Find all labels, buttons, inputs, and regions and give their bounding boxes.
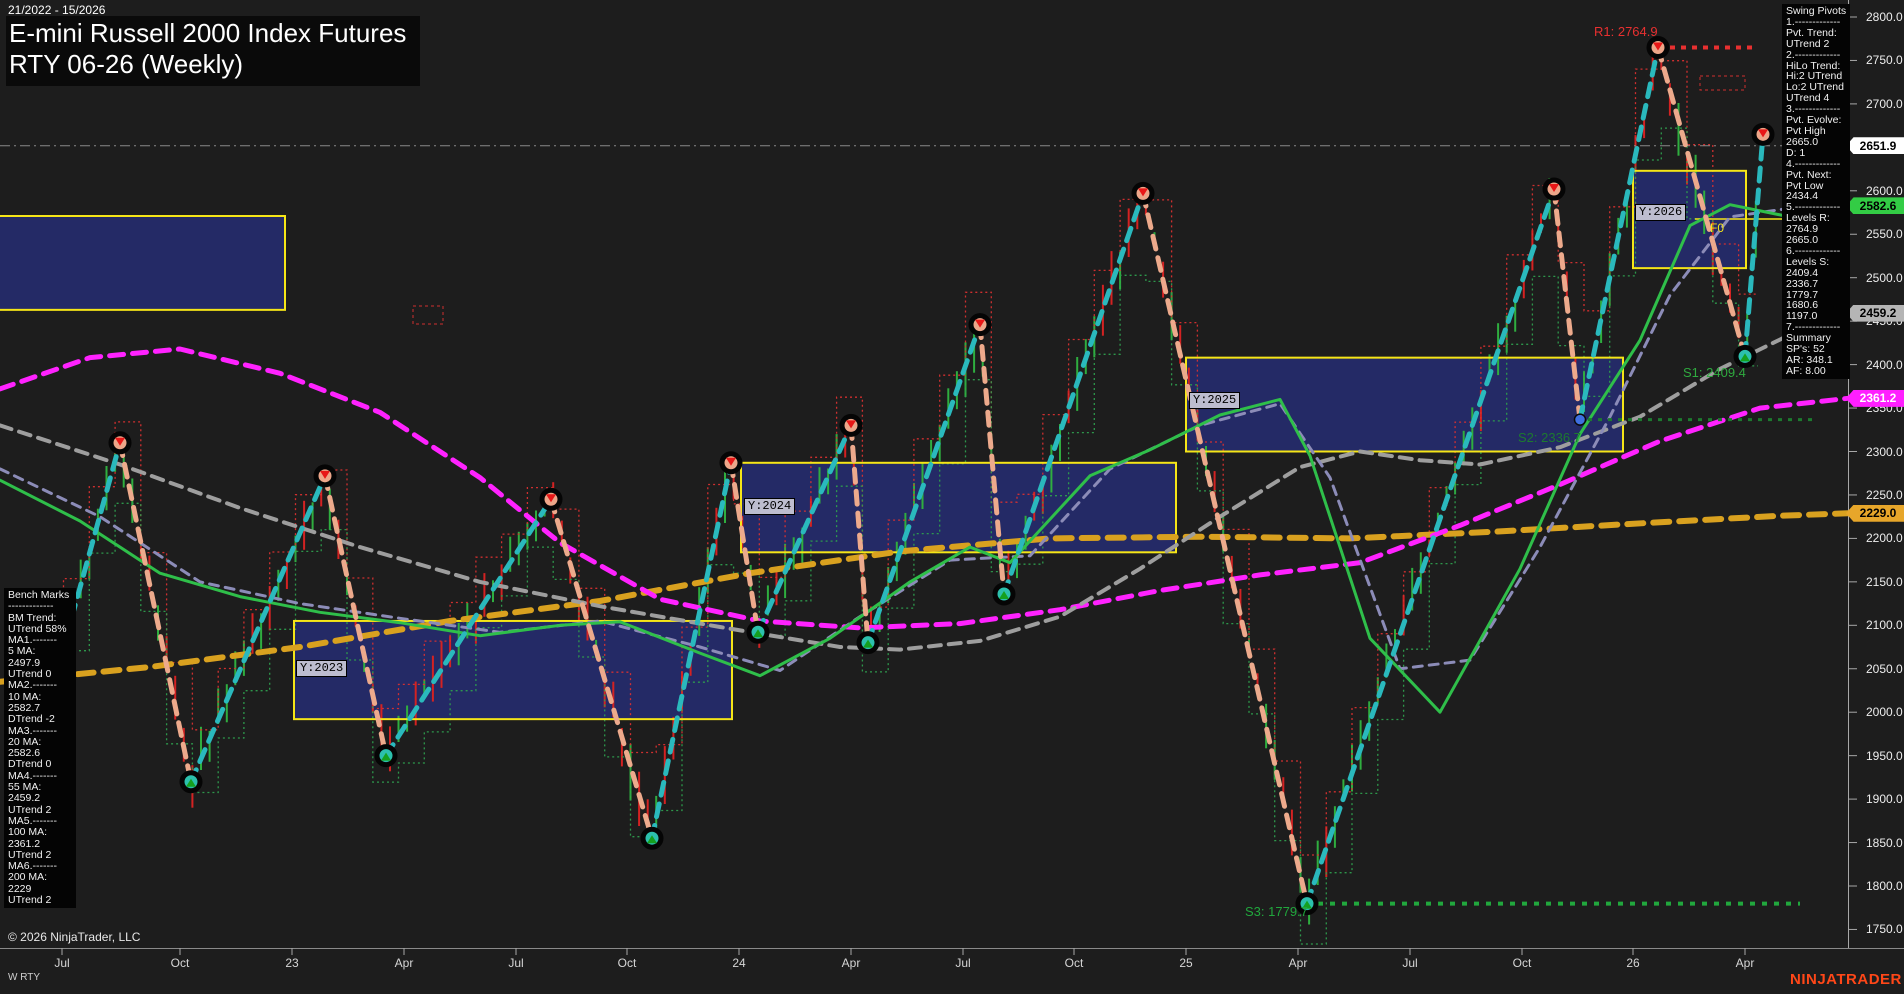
zigzag-segment bbox=[120, 443, 191, 782]
time-axis-label: Apr bbox=[1736, 956, 1755, 970]
ninjatrader-chart-window: R1: 2764.9 S1: 2409.4 S2: 2336.7 S3: 1779.7… bbox=[0, 0, 1904, 994]
level-label-s1: S1: 2409.4 bbox=[1683, 365, 1746, 380]
time-axis-label: Oct bbox=[618, 956, 637, 970]
red-dash-fragment bbox=[1700, 76, 1745, 90]
date-range-label: 21/2022 - 15/2026 bbox=[8, 3, 105, 17]
zigzag-segment bbox=[1307, 189, 1554, 904]
bench-marks-line: UTrend 2 bbox=[8, 895, 72, 906]
swing-pivots-line: AF: 8.00 bbox=[1786, 366, 1846, 377]
time-axis-label: Oct bbox=[1065, 956, 1084, 970]
year-box-label: Y:2024 bbox=[744, 498, 795, 515]
price-marker-box: 2229.0 bbox=[1846, 505, 1904, 522]
price-axis-label: 2000.0 bbox=[1866, 705, 1903, 719]
price-axis-label: 2500.0 bbox=[1866, 271, 1903, 285]
price-marker-box: 2361.2 bbox=[1846, 390, 1904, 407]
symbol-label: W RTY bbox=[8, 972, 40, 983]
pivot-blue-dot bbox=[1575, 414, 1586, 425]
time-axis-label: Apr bbox=[842, 956, 861, 970]
price-axis-label: 2800.0 bbox=[1866, 10, 1903, 24]
bench-marks-line: MA2.------- bbox=[8, 680, 72, 691]
zigzag-segment bbox=[1745, 134, 1763, 356]
price-marker-box: 2651.9 bbox=[1846, 137, 1904, 154]
time-axis-label: 23 bbox=[285, 956, 298, 970]
time-axis-label: Oct bbox=[171, 956, 190, 970]
swing-pivots-line: UTrend 2 bbox=[1786, 39, 1846, 50]
chart-title: E-mini Russell 2000 Index Futures RTY 06… bbox=[6, 16, 420, 86]
swing-pivots-line: 2.------------- bbox=[1786, 50, 1846, 61]
price-axis-label: 2300.0 bbox=[1866, 445, 1903, 459]
copyright-label: © 2026 NinjaTrader, LLC bbox=[8, 930, 140, 944]
bench-marks-line: ------------- bbox=[8, 601, 72, 612]
price-axis-label: 1950.0 bbox=[1866, 749, 1903, 763]
chart-canvas[interactable] bbox=[0, 0, 1904, 994]
price-marker-box: 2582.6 bbox=[1846, 197, 1904, 214]
price-axis-label: 1900.0 bbox=[1866, 792, 1903, 806]
time-axis-label: 25 bbox=[1179, 956, 1192, 970]
price-axis-label: 2550.0 bbox=[1866, 227, 1903, 241]
level-label-s3: S3: 1779.7 bbox=[1245, 904, 1308, 919]
price-axis-label: 2200.0 bbox=[1866, 531, 1903, 545]
price-axis-label: 2400.0 bbox=[1866, 358, 1903, 372]
price-marker-box: 2459.2 bbox=[1846, 305, 1904, 322]
price-axis-label: 2600.0 bbox=[1866, 184, 1903, 198]
time-axis-label: Apr bbox=[1289, 956, 1308, 970]
price-axis-label: 2100.0 bbox=[1866, 618, 1903, 632]
title-line-2: RTY 06-26 (Weekly) bbox=[9, 49, 406, 80]
stop-trail-above bbox=[12, 61, 1758, 855]
red-dash-fragment bbox=[413, 306, 443, 324]
f0-label: F0 bbox=[1710, 221, 1724, 235]
time-axis-label: Oct bbox=[1513, 956, 1532, 970]
price-axis-label: 2250.0 bbox=[1866, 488, 1903, 502]
bench-marks-panel: Bench Marks-------------BM Trend:UTrend … bbox=[4, 588, 76, 908]
year-box-label: Y:2023 bbox=[296, 660, 347, 677]
time-axis-label: Jul bbox=[508, 956, 523, 970]
time-axis-label: Jul bbox=[1402, 956, 1417, 970]
swing-pivots-line: Pvt. Next: bbox=[1786, 170, 1846, 181]
price-axis-label: 2750.0 bbox=[1866, 53, 1903, 67]
year-range-box bbox=[0, 216, 285, 310]
level-label-r1: R1: 2764.9 bbox=[1594, 24, 1658, 39]
price-axis-label: 2050.0 bbox=[1866, 662, 1903, 676]
price-axis-label: 2150.0 bbox=[1866, 575, 1903, 589]
time-axis-label: 26 bbox=[1626, 956, 1639, 970]
price-axis-label: 1750.0 bbox=[1866, 922, 1903, 936]
title-line-1: E-mini Russell 2000 Index Futures bbox=[9, 18, 406, 49]
bench-marks-line: 100 MA: bbox=[8, 827, 72, 838]
swing-pivots-panel: Swing Pivots1.-------------Pvt. Trend:UT… bbox=[1782, 4, 1850, 379]
price-axis-label: 2700.0 bbox=[1866, 97, 1903, 111]
bench-marks-line: DTrend -2 bbox=[8, 714, 72, 725]
swing-pivots-line: 2336.7 bbox=[1786, 279, 1846, 290]
time-axis-label: Apr bbox=[395, 956, 414, 970]
bench-marks-line: 2459.2 bbox=[8, 793, 72, 804]
swing-pivots-line: 4.------------- bbox=[1786, 159, 1846, 170]
level-label-s2: S2: 2336.7 bbox=[1518, 430, 1581, 445]
price-axis-label: 1800.0 bbox=[1866, 879, 1903, 893]
time-axis-label: 24 bbox=[732, 956, 745, 970]
time-axis-label: Jul bbox=[955, 956, 970, 970]
time-axis-label: Jul bbox=[54, 956, 69, 970]
price-axis-label: 1850.0 bbox=[1866, 836, 1903, 850]
year-box-label: Y:2025 bbox=[1189, 392, 1240, 409]
year-box-label: Y:2026 bbox=[1635, 204, 1686, 221]
ninjatrader-watermark: NINJATRADER bbox=[1790, 971, 1902, 988]
